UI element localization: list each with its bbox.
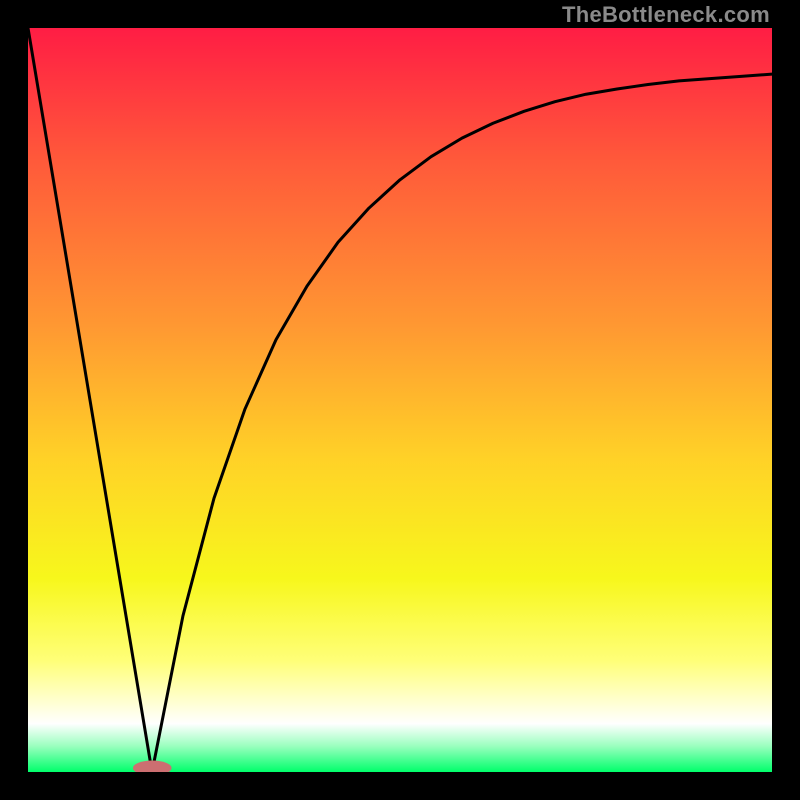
gradient-rect: [28, 28, 772, 772]
watermark-label: TheBottleneck.com: [562, 2, 770, 28]
plot-area: [28, 28, 772, 772]
chart-frame: TheBottleneck.com: [0, 0, 800, 800]
chart-svg: [28, 28, 772, 772]
